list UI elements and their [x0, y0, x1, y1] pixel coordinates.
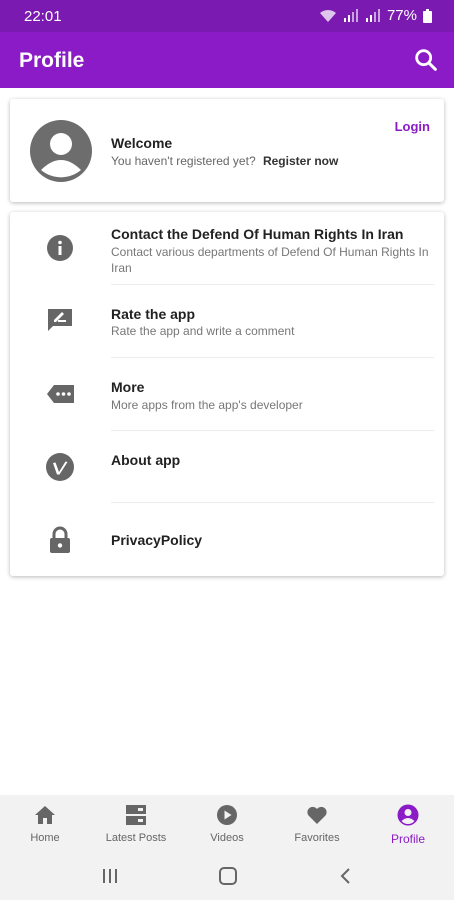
menu-item-title: More: [111, 379, 145, 395]
bottom-nav: Home Latest Posts Videos Favorites Profi…: [0, 795, 454, 853]
avatar: [30, 120, 92, 182]
menu-item-about[interactable]: About app: [10, 431, 444, 503]
welcome-title: Welcome: [111, 135, 173, 151]
info-icon: [47, 235, 73, 261]
menu-item-title: Rate the app: [111, 306, 196, 322]
nav-profile[interactable]: Profile: [363, 795, 453, 853]
menu-item-title: PrivacyPolicy: [111, 532, 203, 548]
more-label-icon: [47, 385, 74, 403]
menu-item-title: Contact the Defend Of Human Rights In Ir…: [111, 226, 404, 242]
back-icon[interactable]: [338, 867, 352, 885]
recent-apps-icon[interactable]: [101, 867, 119, 885]
vimeo-icon: [46, 453, 74, 481]
account-icon: [397, 804, 419, 826]
login-link[interactable]: Login: [395, 119, 430, 134]
rate-comment-icon: [48, 309, 72, 331]
nav-favorites[interactable]: Favorites: [272, 795, 362, 853]
heart-icon: [307, 806, 327, 824]
menu-item-subtitle: More apps from the app's developer: [111, 398, 303, 412]
lock-icon: [50, 526, 70, 553]
nav-label: Latest Posts: [105, 832, 167, 844]
home-icon: [35, 806, 55, 824]
signal-icon-2: [365, 8, 380, 22]
status-icons: 77%: [319, 7, 432, 24]
battery-icon: [423, 8, 432, 23]
menu-item-subtitle: Contact various departments of Defend Of…: [111, 245, 429, 275]
menu-item-rate[interactable]: Rate the app Rate the app and write a co…: [10, 285, 444, 357]
list-icon: [126, 805, 146, 825]
nav-videos[interactable]: Videos: [182, 795, 272, 853]
register-prompt: You haven't registered yet?: [111, 154, 256, 168]
search-button[interactable]: [412, 46, 440, 74]
nav-label: Favorites: [294, 832, 340, 844]
nav-home[interactable]: Home: [0, 795, 90, 853]
system-nav-bar: [0, 853, 454, 900]
app-bar: Profile: [0, 32, 454, 88]
nav-label: Profile: [390, 832, 425, 846]
home-button-icon[interactable]: [218, 867, 238, 885]
nav-label: Home: [30, 832, 60, 844]
status-time: 22:01: [24, 8, 62, 25]
page-title: Profile: [19, 49, 85, 72]
register-now-link[interactable]: Register now: [263, 154, 338, 168]
signal-icon: [343, 8, 358, 22]
menu-item-more[interactable]: More More apps from the app's developer: [10, 358, 444, 430]
menu-item-contact[interactable]: Contact the Defend Of Human Rights In Ir…: [10, 212, 444, 284]
menu-item-privacy[interactable]: PrivacyPolicy: [10, 503, 444, 576]
menu-item-subtitle: Rate the app and write a comment: [111, 324, 295, 338]
battery-percent: 77%: [386, 7, 417, 24]
menu-card: Contact the Defend Of Human Rights In Ir…: [10, 212, 444, 576]
welcome-card: Welcome You haven't registered yet? Regi…: [10, 99, 444, 202]
menu-item-title: About app: [111, 452, 181, 468]
status-bar: 22:01 77%: [0, 0, 454, 32]
nav-latest-posts[interactable]: Latest Posts: [91, 795, 181, 853]
play-icon: [217, 805, 237, 825]
wifi-icon: [319, 9, 336, 22]
search-icon: [415, 49, 437, 71]
welcome-subtitle: You haven't registered yet? Register now: [111, 154, 338, 168]
nav-label: Videos: [210, 832, 244, 844]
